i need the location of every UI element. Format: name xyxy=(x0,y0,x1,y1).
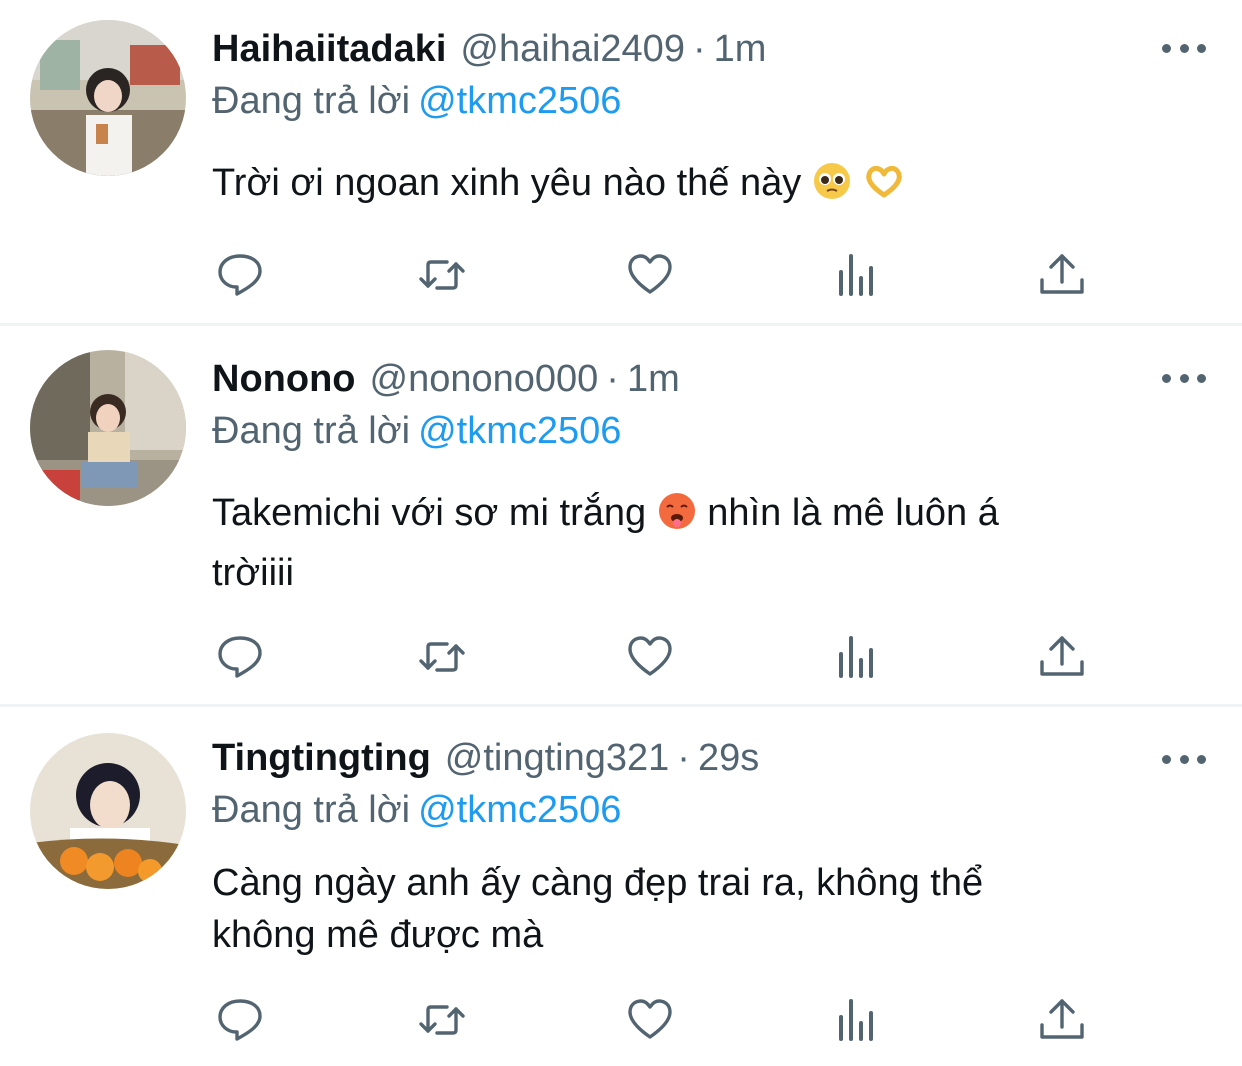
heart-hands-emoji xyxy=(862,161,906,216)
tweet-text: Trời ơi ngoan xinh yêu nào thế này xyxy=(212,156,1202,216)
like-icon[interactable] xyxy=(625,632,675,682)
mention-link[interactable]: @tkmc2506 xyxy=(418,410,621,452)
avatar[interactable] xyxy=(30,350,186,506)
pleading-face-emoji xyxy=(812,161,852,216)
reply-icon[interactable] xyxy=(215,250,265,300)
reply-icon[interactable] xyxy=(215,632,265,682)
timestamp[interactable]: 29s xyxy=(698,733,759,783)
user-handle[interactable]: @haihai2409 xyxy=(460,24,685,74)
tweet-text-content: Càng ngày anh ấy càng đẹp trai ra, không… xyxy=(212,862,984,904)
mention-link[interactable]: @tkmc2506 xyxy=(418,789,621,831)
reply-prefix: Đang trả lời xyxy=(212,410,411,452)
tweet-text: Takemichi với sơ mi trắng nhìn là mê luô… xyxy=(212,486,1202,600)
reply-context: Đang trả lời @tkmc2506 xyxy=(212,785,1202,835)
retweet-icon[interactable] xyxy=(417,995,467,1045)
avatar-photo xyxy=(30,733,186,889)
tweet-header: Nonono @nonono000 · 1m xyxy=(212,354,1202,404)
share-icon[interactable] xyxy=(1037,632,1087,682)
share-icon[interactable] xyxy=(1037,250,1087,300)
tweet-header: Tingtingting @tingting321 · 29s xyxy=(212,733,1202,783)
avatar-photo xyxy=(30,20,186,176)
reply-icon[interactable] xyxy=(215,995,265,1045)
tweet-text-line2: không mê được mà xyxy=(212,914,544,956)
analytics-icon[interactable] xyxy=(832,250,882,300)
tweet-reply[interactable]: Nonono @nonono000 · 1m Đang trả lời @tkmc… xyxy=(0,326,1242,704)
timestamp[interactable]: 1m xyxy=(627,354,680,404)
display-name[interactable]: Haihaiitadaki xyxy=(212,24,446,74)
analytics-icon[interactable] xyxy=(832,632,882,682)
tweet-text-content: Trời ơi ngoan xinh yêu nào thế này xyxy=(212,162,802,204)
mention-link[interactable]: @tkmc2506 xyxy=(418,80,621,122)
separator: · xyxy=(677,737,690,779)
tweet-text-line2: trờiiii xyxy=(212,552,294,594)
tweet-reply[interactable]: Tingtingting @tingting321 · 29s Đang trả… xyxy=(0,707,1242,1066)
timestamp[interactable]: 1m xyxy=(714,24,767,74)
tweet-text-content: Takemichi với sơ mi trắng xyxy=(212,492,647,534)
reply-prefix: Đang trả lời xyxy=(212,789,411,831)
separator: · xyxy=(692,28,706,70)
tweet-text: Càng ngày anh ấy càng đẹp trai ra, không… xyxy=(212,857,1202,961)
tweet-actions xyxy=(212,250,1102,300)
analytics-icon[interactable] xyxy=(832,995,882,1045)
like-icon[interactable] xyxy=(625,995,675,1045)
hot-face-emoji xyxy=(657,491,697,546)
avatar[interactable] xyxy=(30,733,186,889)
user-handle[interactable]: @nonono000 xyxy=(370,354,599,404)
display-name[interactable]: Nonono xyxy=(212,354,356,404)
avatar[interactable] xyxy=(30,20,186,176)
reply-prefix: Đang trả lời xyxy=(212,80,411,122)
retweet-icon[interactable] xyxy=(417,250,467,300)
tweet-actions xyxy=(212,632,1102,682)
tweet-reply[interactable]: Haihaiitadaki @haihai2409 · 1m Đang trả … xyxy=(0,0,1242,324)
avatar-photo xyxy=(30,350,186,506)
user-handle[interactable]: @tingting321 xyxy=(445,733,670,783)
more-options-icon[interactable] xyxy=(1162,751,1206,767)
reply-context: Đang trả lời @tkmc2506 xyxy=(212,76,1202,126)
more-options-icon[interactable] xyxy=(1162,370,1206,386)
like-icon[interactable] xyxy=(625,250,675,300)
tweet-actions xyxy=(212,995,1102,1045)
tweet-header: Haihaiitadaki @haihai2409 · 1m xyxy=(212,24,1202,74)
more-options-icon[interactable] xyxy=(1162,40,1206,56)
share-icon[interactable] xyxy=(1037,995,1087,1045)
tweet-text-continuation: nhìn là mê luôn á xyxy=(707,492,999,534)
reply-context: Đang trả lời @tkmc2506 xyxy=(212,406,1202,456)
separator: · xyxy=(606,358,619,400)
retweet-icon[interactable] xyxy=(417,632,467,682)
display-name[interactable]: Tingtingting xyxy=(212,733,431,783)
